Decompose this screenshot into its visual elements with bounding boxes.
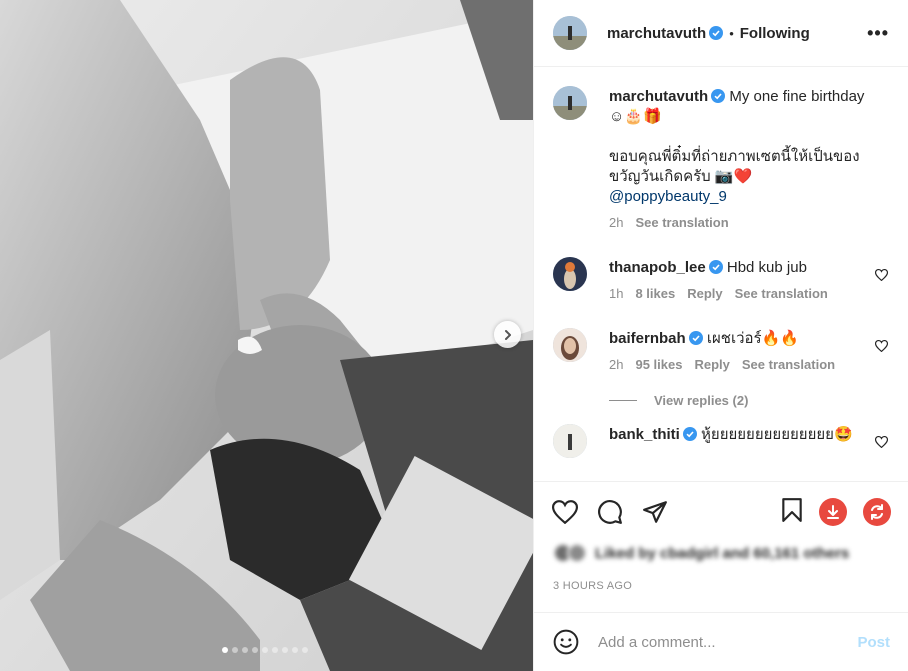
likes-text: Liked by cbadgirl and 60,161 others (595, 544, 850, 562)
avatar-image (553, 328, 587, 362)
comment-time[interactable]: 1h (609, 284, 623, 304)
reply-button[interactable]: Reply (694, 355, 729, 375)
caption-username[interactable]: marchutavuth (609, 88, 708, 105)
emoji-icon (553, 629, 579, 655)
bookmark-icon (782, 498, 802, 522)
download-icon (827, 504, 839, 519)
verified-icon (709, 26, 724, 40)
heart-icon[interactable] (875, 340, 888, 352)
share-button[interactable] (642, 500, 668, 524)
comment-username[interactable]: baifernbah (609, 330, 686, 347)
heart-icon[interactable] (875, 436, 888, 448)
carousel-dot (282, 647, 288, 653)
caption-emoji: ☺🎂🎁 (609, 108, 662, 125)
heart-icon (552, 499, 578, 524)
carousel-dot (272, 647, 278, 653)
comment-likes[interactable]: 8 likes (635, 284, 675, 304)
commenter-avatar[interactable] (553, 257, 587, 291)
carousel-dot (302, 647, 308, 653)
post-comment-button[interactable]: Post (857, 634, 890, 651)
avatar-image (553, 16, 587, 50)
comment-likes[interactable]: 95 likes (635, 355, 682, 375)
verified-icon (688, 331, 703, 345)
next-photo-button[interactable] (494, 321, 521, 348)
avatar-image (553, 257, 587, 291)
liker-avatar (567, 543, 587, 563)
verified-icon (682, 427, 697, 441)
caption-thai-line2: ขวัญวันเกิดครับ 📷❤️ (609, 168, 753, 185)
carousel-indicator (222, 647, 308, 653)
carousel-dot (252, 647, 258, 653)
carousel-dot (232, 647, 238, 653)
see-translation-link[interactable]: See translation (742, 355, 835, 375)
comment-username[interactable]: thanapob_lee (609, 259, 706, 276)
comment-username[interactable]: bank_thiti (609, 426, 680, 443)
carousel-dot (222, 647, 228, 653)
comment-row: thanapob_lee Hbd kub jub 1h 8 likes Repl… (553, 239, 890, 304)
emoji-button[interactable] (553, 629, 579, 655)
following-button[interactable]: Following (740, 25, 810, 42)
separator-dot: • (729, 25, 734, 41)
repost-button[interactable] (863, 497, 891, 526)
more-icon[interactable]: ••• (867, 23, 889, 44)
caption-mention[interactable]: @poppybeauty_9 (609, 187, 869, 207)
comments-list[interactable]: marchutavuth My one fine birthday ☺🎂🎁 ขอ… (534, 68, 908, 481)
like-button[interactable] (552, 499, 578, 524)
avatar-image (553, 424, 587, 458)
caption-thai-line1: ขอบคุณพี่ติ๋มที่ถ่ายภาพเซตนี้ให้เป็นของ (609, 148, 860, 165)
see-translation-link[interactable]: See translation (635, 213, 728, 233)
commenter-avatar[interactable] (553, 424, 587, 458)
post-panel: marchutavuth • Following ••• marchutavut… (533, 0, 908, 671)
avatar-image (553, 86, 587, 120)
comment-text: Hbd kub jub (726, 259, 807, 276)
caption-time[interactable]: 2h (609, 213, 623, 233)
comment-text: เผชเว่อร์🔥🔥 (706, 330, 799, 347)
share-icon (643, 500, 667, 523)
replies-divider (609, 400, 637, 401)
comment-input[interactable]: Add a comment... (598, 634, 857, 651)
save-button[interactable] (781, 497, 803, 526)
post-header: marchutavuth • Following ••• (534, 0, 908, 67)
commenter-avatar[interactable] (553, 328, 587, 362)
comment-button[interactable] (597, 499, 623, 525)
caption: marchutavuth My one fine birthday ☺🎂🎁 ขอ… (553, 68, 890, 233)
see-translation-link[interactable]: See translation (735, 284, 828, 304)
photo-image (0, 0, 533, 671)
carousel-dot (242, 647, 248, 653)
reply-button[interactable]: Reply (687, 284, 722, 304)
likes-summary[interactable]: Liked by cbadgirl and 60,161 others (553, 543, 849, 563)
comment-row: baifernbah เผชเว่อร์🔥🔥 2h 95 likes Reply… (553, 310, 890, 375)
heart-icon[interactable] (875, 269, 888, 281)
comment-time[interactable]: 2h (609, 355, 623, 375)
verified-icon (711, 89, 726, 103)
comment-row: bank_thiti หู้ยยยยยยยยยยยยยย🤩 (553, 406, 890, 458)
author-avatar[interactable] (553, 86, 587, 120)
verified-icon (708, 260, 723, 274)
caption-text: My one fine birthday (729, 88, 865, 105)
carousel-dot (262, 647, 268, 653)
action-bar (534, 481, 908, 541)
comment-composer: Add a comment... Post (534, 612, 908, 671)
comment-icon (598, 499, 622, 524)
post-timestamp[interactable]: 3 HOURS AGO (553, 580, 632, 592)
carousel-dot (292, 647, 298, 653)
author-avatar[interactable] (553, 16, 587, 50)
post-photo[interactable] (0, 0, 533, 671)
comment-text: หู้ยยยยยยยยยยยยยย🤩 (701, 426, 853, 443)
download-button[interactable] (819, 497, 847, 526)
repost-icon (871, 503, 883, 520)
author-username[interactable]: marchutavuth (607, 25, 706, 42)
chevron-right-icon (504, 329, 511, 340)
